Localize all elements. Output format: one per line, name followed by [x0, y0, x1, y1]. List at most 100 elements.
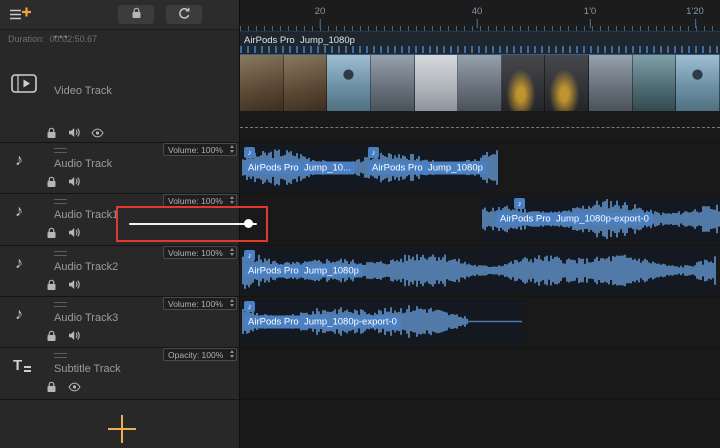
row-separator [0, 347, 720, 348]
track-header-audio2: Volume: 100% ♪ Audio Track2 [0, 245, 240, 296]
stepper-arrows-icon [230, 196, 234, 204]
audio-clip[interactable]: ♪ AirPods Pro Jump_1080p-export-0 [242, 299, 522, 344]
render-preview-button[interactable] [166, 5, 202, 24]
row-separator [0, 399, 720, 400]
ruler-mark: 1'0 [584, 6, 596, 17]
volume-label: Volume: 100% [168, 248, 223, 258]
video-frame-thumbnail [676, 55, 720, 111]
video-audio-divider-dashed [240, 127, 720, 128]
opacity-label: Opacity: 100% [168, 350, 223, 360]
track-header-audio: Volume: 100% ♪ Audio Track [0, 142, 240, 193]
video-frame-thumbnail [284, 55, 328, 111]
mute-speaker-icon[interactable] [67, 175, 81, 188]
subtitle-track-icon: T [13, 357, 31, 374]
music-note-icon: ♪ [15, 204, 23, 220]
ruler-mark: 1'20 [686, 6, 704, 17]
audio-clip[interactable]: ♪ AirPods Pro Jump_1080p [242, 248, 716, 293]
video-frame-thumbnail [545, 55, 589, 111]
track-header-subtitle: Opacity: 100% T Subtitle Track [0, 347, 240, 399]
ruler-mark: 40 [472, 6, 483, 17]
render-refresh-icon [177, 7, 191, 23]
lock-track-icon[interactable] [44, 175, 58, 188]
clip-label: AirPods Pro Jump_1080p-export-0 [496, 213, 653, 226]
music-note-badge-icon: ♪ [244, 301, 255, 312]
clip-label: AirPods Pro Jump_1080p [244, 264, 363, 277]
lock-track-icon[interactable] [44, 226, 58, 239]
music-note-badge-icon: ♪ [368, 147, 379, 158]
manage-tracks-button[interactable] [8, 6, 32, 26]
audio-clip[interactable]: ♪ AirPods Pro Jump_1080p [366, 145, 498, 190]
video-frame-thumbnail [240, 55, 284, 111]
add-plus-icon [105, 412, 139, 448]
volume-label: Volume: 100% [168, 145, 223, 155]
visibility-eye-icon[interactable] [90, 126, 104, 139]
video-frame-thumbnail [458, 55, 502, 111]
ruler-mark: 20 [315, 6, 326, 17]
video-frame-thumbnail [371, 55, 415, 111]
visibility-eye-icon[interactable] [67, 380, 81, 393]
row-separator [0, 245, 720, 246]
stepper-arrows-icon [230, 145, 234, 153]
track-header-audio3: Volume: 100% ♪ Audio Track3 [0, 296, 240, 347]
mute-speaker-icon[interactable] [67, 329, 81, 342]
track-name: Audio Track [54, 158, 112, 170]
track-name: Audio Track1 [54, 209, 118, 221]
mute-speaker-icon[interactable] [67, 226, 81, 239]
lock-icon [131, 7, 142, 22]
add-track-icon [8, 11, 32, 26]
video-frame-thumbnail [502, 55, 546, 111]
timeline-toolbar [0, 0, 240, 30]
track-menu-dots[interactable]: ••• [54, 32, 69, 42]
volume-dropdown[interactable]: Volume: 100% [163, 246, 237, 259]
volume-label: Volume: 100% [168, 196, 223, 206]
video-clip-header[interactable]: AirPods Pro Jump_1080p [240, 32, 720, 55]
track-drag-handle-icon[interactable] [54, 353, 67, 358]
track-name: Subtitle Track [54, 363, 121, 375]
lock-track-icon[interactable] [44, 329, 58, 342]
volume-dropdown[interactable]: Volume: 100% [163, 297, 237, 310]
audio-clip[interactable]: ♪ AirPods Pro Jump_1080p-export-0 [482, 196, 720, 242]
volume-slider-track[interactable] [129, 223, 257, 225]
track-name: Video Track [54, 85, 112, 97]
mute-speaker-icon[interactable] [67, 278, 81, 291]
audio-clip[interactable]: ♪ AirPods Pro Jump_10... [242, 145, 366, 190]
timeline-ruler[interactable]: 20 40 1'0 1'20 [240, 0, 720, 32]
music-note-badge-icon: ♪ [244, 147, 255, 158]
video-track-icon [11, 74, 37, 98]
opacity-dropdown[interactable]: Opacity: 100% [163, 348, 237, 361]
music-note-badge-icon: ♪ [244, 250, 255, 261]
video-editor-timeline: Duration: 00:02:50.67 20401'01'20 AirPod… [0, 0, 720, 448]
stepper-arrows-icon [230, 248, 234, 256]
track-drag-handle-icon[interactable] [54, 199, 67, 204]
music-note-icon: ♪ [15, 256, 23, 272]
lock-track-icon[interactable] [44, 126, 58, 139]
music-note-icon: ♪ [15, 153, 23, 169]
lock-all-button[interactable] [118, 5, 154, 24]
video-frame-thumbnail [589, 55, 633, 111]
video-frame-thumbnail [633, 55, 677, 111]
lock-track-icon[interactable] [44, 278, 58, 291]
stepper-arrows-icon [230, 350, 234, 358]
track-drag-handle-icon[interactable] [54, 302, 67, 307]
volume-label: Volume: 100% [168, 299, 223, 309]
volume-dropdown[interactable]: Volume: 100% [163, 143, 237, 156]
music-note-icon: ♪ [15, 307, 23, 323]
track-drag-handle-icon[interactable] [54, 148, 67, 153]
row-separator [0, 296, 720, 297]
music-note-badge-icon: ♪ [514, 198, 525, 209]
subtitle-lines-glyph [24, 366, 31, 372]
track-drag-handle-icon[interactable] [54, 251, 67, 256]
volume-slider-knob[interactable] [244, 219, 253, 228]
clip-label: AirPods Pro Jump_10... [244, 161, 355, 174]
track-name: Audio Track2 [54, 261, 118, 273]
track-header-video: ••• Video Track [0, 30, 240, 142]
video-clip-filmstrip[interactable] [240, 55, 720, 111]
row-separator [0, 142, 720, 143]
mute-speaker-icon[interactable] [67, 126, 81, 139]
lock-track-icon[interactable] [44, 380, 58, 393]
track-name: Audio Track3 [54, 312, 118, 324]
video-frame-thumbnail [415, 55, 459, 111]
subtitle-t-glyph: T [13, 357, 22, 374]
clip-label: AirPods Pro Jump_1080p [368, 161, 487, 174]
video-frame-thumbnail [327, 55, 371, 111]
